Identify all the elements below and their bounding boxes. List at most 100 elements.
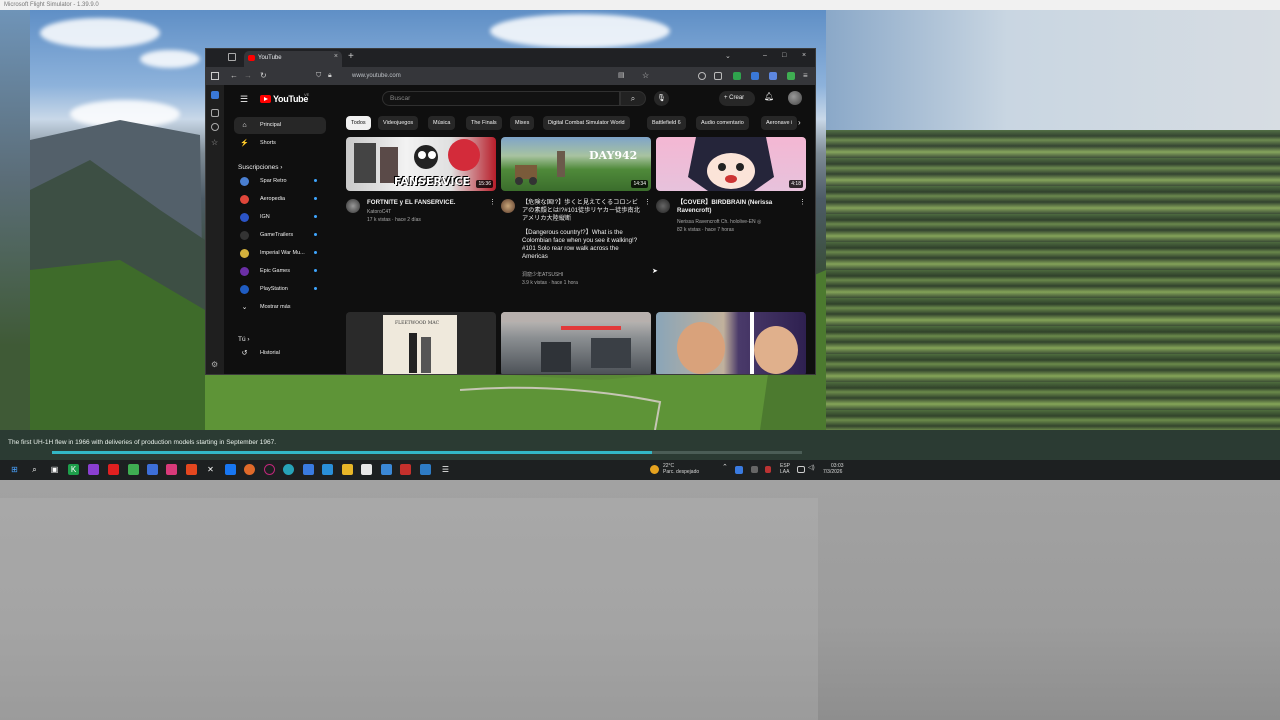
chip[interactable]: Todos xyxy=(346,116,371,130)
sidebar-subscription[interactable]: Spar Retro xyxy=(234,173,326,190)
tab-youtube[interactable]: YouTube × xyxy=(244,51,342,67)
app-icon-blue[interactable] xyxy=(147,464,158,475)
sidebar-subscription[interactable]: Imperial War Mu... xyxy=(234,245,326,262)
sidebar-subscription[interactable]: GameTrailers xyxy=(234,227,326,244)
edge-icon[interactable] xyxy=(283,464,294,475)
chip[interactable]: The Finals xyxy=(466,116,502,130)
user-avatar[interactable] xyxy=(788,91,802,105)
channel-avatar[interactable] xyxy=(501,199,515,213)
minimize-button[interactable]: – xyxy=(763,52,767,59)
extensions-icon[interactable] xyxy=(714,72,722,80)
tray-app-icon[interactable] xyxy=(735,466,743,474)
weather-icon[interactable] xyxy=(650,465,659,474)
chip[interactable]: Audio comentario xyxy=(696,116,749,130)
channel-avatar[interactable] xyxy=(346,199,360,213)
video-title[interactable]: FORTNITE y EL FANSERVICE. xyxy=(367,199,489,207)
search-input[interactable]: Buscar xyxy=(382,91,620,106)
strip-favorites-icon[interactable]: ☆ xyxy=(211,139,219,147)
chip[interactable]: Aeronave i xyxy=(761,116,798,130)
more-options-icon[interactable]: ⋮ xyxy=(799,198,806,206)
sidebar-item-principal[interactable]: ⌂ Principal xyxy=(234,117,326,134)
hamburger-menu-icon[interactable]: ☰ xyxy=(240,94,248,105)
video-thumbnail[interactable]: DAY942 14:34 xyxy=(501,137,651,191)
clock-date[interactable]: 7/3/2026 xyxy=(823,469,842,475)
app-icon-k[interactable]: K xyxy=(68,464,79,475)
reload-icon[interactable]: ↻ xyxy=(260,71,267,81)
microphone-icon[interactable] xyxy=(765,466,771,473)
browser-menu-icon[interactable]: ≡ xyxy=(803,71,808,81)
video-thumbnail[interactable]: FLEETWOOD MAC xyxy=(346,312,496,374)
subscriptions-heading[interactable]: Suscripciones › xyxy=(238,164,282,171)
video-channel[interactable]: KatoroC4T xyxy=(367,209,492,216)
sidebar-subscription[interactable]: Epic Games xyxy=(234,263,326,280)
more-options-icon[interactable]: ⋮ xyxy=(644,198,651,206)
chip[interactable]: Battlefield 6 xyxy=(647,116,686,130)
chip[interactable]: Música xyxy=(428,116,456,130)
store-icon[interactable] xyxy=(361,464,372,475)
video-thumbnail[interactable] xyxy=(656,312,806,374)
chevron-right-icon[interactable]: › xyxy=(798,118,801,127)
youtube-logo-text[interactable]: YouTube xyxy=(273,94,308,104)
twitch-icon[interactable] xyxy=(88,464,99,475)
x-icon[interactable]: ✕ xyxy=(205,464,216,475)
show-more-button[interactable]: ⌄ Mostrar más xyxy=(234,299,326,316)
forward-icon[interactable]: → xyxy=(244,71,252,81)
search-button[interactable]: ⌕ xyxy=(620,91,646,106)
tray-app-icon[interactable] xyxy=(751,466,758,473)
app-icon-ship[interactable] xyxy=(381,464,392,475)
volume-icon[interactable]: ◁) xyxy=(808,465,815,471)
sidebar-toggle-icon[interactable] xyxy=(211,72,219,80)
firefox-icon[interactable] xyxy=(244,464,255,475)
voice-search-button[interactable]: 🎙︎ xyxy=(654,91,669,106)
calendar-icon[interactable] xyxy=(400,464,411,475)
video-channel[interactable]: Nerissa Ravencroft Ch. hololive-EN ◎ xyxy=(677,219,802,226)
tab-search-icon[interactable]: ⌄ xyxy=(725,52,731,60)
app-icon-copilot[interactable] xyxy=(303,464,314,475)
close-button[interactable]: × xyxy=(802,52,806,59)
new-tab-button[interactable]: + xyxy=(348,52,354,62)
mail-icon[interactable] xyxy=(322,464,333,475)
more-options-icon[interactable]: ⋮ xyxy=(489,198,496,206)
maximize-button[interactable]: □ xyxy=(782,52,786,59)
facebook-icon[interactable] xyxy=(225,464,236,475)
app-icon-green[interactable] xyxy=(128,464,139,475)
back-icon[interactable]: ← xyxy=(230,71,238,81)
sidebar-item-history[interactable]: ↺ Historial xyxy=(234,345,326,362)
youtube-logo-icon[interactable] xyxy=(260,95,271,103)
you-section-heading[interactable]: Tú › xyxy=(238,336,250,343)
video-thumbnail[interactable] xyxy=(501,312,651,374)
chip[interactable]: Videojuegos xyxy=(378,116,419,130)
strip-tabs-icon[interactable] xyxy=(211,109,219,117)
search-icon[interactable]: ⌕ xyxy=(29,464,40,475)
video-title-translation[interactable]: 【Dangerous country!?】What is the Colombi… xyxy=(522,229,644,261)
strip-settings-icon[interactable]: ⚙ xyxy=(211,361,219,369)
extension-blue2-icon[interactable] xyxy=(769,72,777,80)
network-icon[interactable] xyxy=(797,466,805,473)
language-bottom[interactable]: LAA xyxy=(780,469,789,475)
brave-icon[interactable] xyxy=(186,464,197,475)
strip-history-icon[interactable] xyxy=(211,123,219,131)
sidebar-item-shorts[interactable]: ⚡ Shorts xyxy=(234,135,326,152)
sidebar-subscription[interactable]: IGN xyxy=(234,209,326,226)
video-thumbnail[interactable]: 4:18 xyxy=(656,137,806,191)
bookmark-star-icon[interactable]: ☆ xyxy=(642,71,649,81)
task-view-icon[interactable]: ▣ xyxy=(49,464,60,475)
start-icon[interactable]: ⊞ xyxy=(9,464,20,475)
channel-avatar[interactable] xyxy=(656,199,670,213)
reader-icon[interactable]: ▤ xyxy=(618,71,625,81)
tray-chevron-icon[interactable]: ⌃ xyxy=(722,464,728,471)
address-bar[interactable]: www.youtube.com xyxy=(316,70,616,82)
strip-app-icon[interactable] xyxy=(211,91,219,99)
notifications-bell-icon[interactable]: 🔔︎ xyxy=(764,92,774,101)
chip[interactable]: Mixes xyxy=(510,116,535,130)
sidebar-subscription[interactable]: PlayStation xyxy=(234,281,326,298)
app-icon-circle[interactable] xyxy=(264,464,275,475)
youtube-app-icon[interactable] xyxy=(108,464,119,475)
chip[interactable]: Digital Combat Simulator World xyxy=(543,116,630,130)
create-button[interactable]: + Crear xyxy=(719,91,755,106)
folder-icon[interactable] xyxy=(342,464,353,475)
sidebar-subscription[interactable]: Aeropedia xyxy=(234,191,326,208)
extension-green-icon[interactable] xyxy=(733,72,741,80)
app-icon-settings[interactable]: ☰ xyxy=(440,464,451,475)
video-title[interactable]: 【危険な国!?】歩くと見えてくるコロンビアの素顔とは!?#101徒歩リヤカー徒歩… xyxy=(522,199,644,223)
